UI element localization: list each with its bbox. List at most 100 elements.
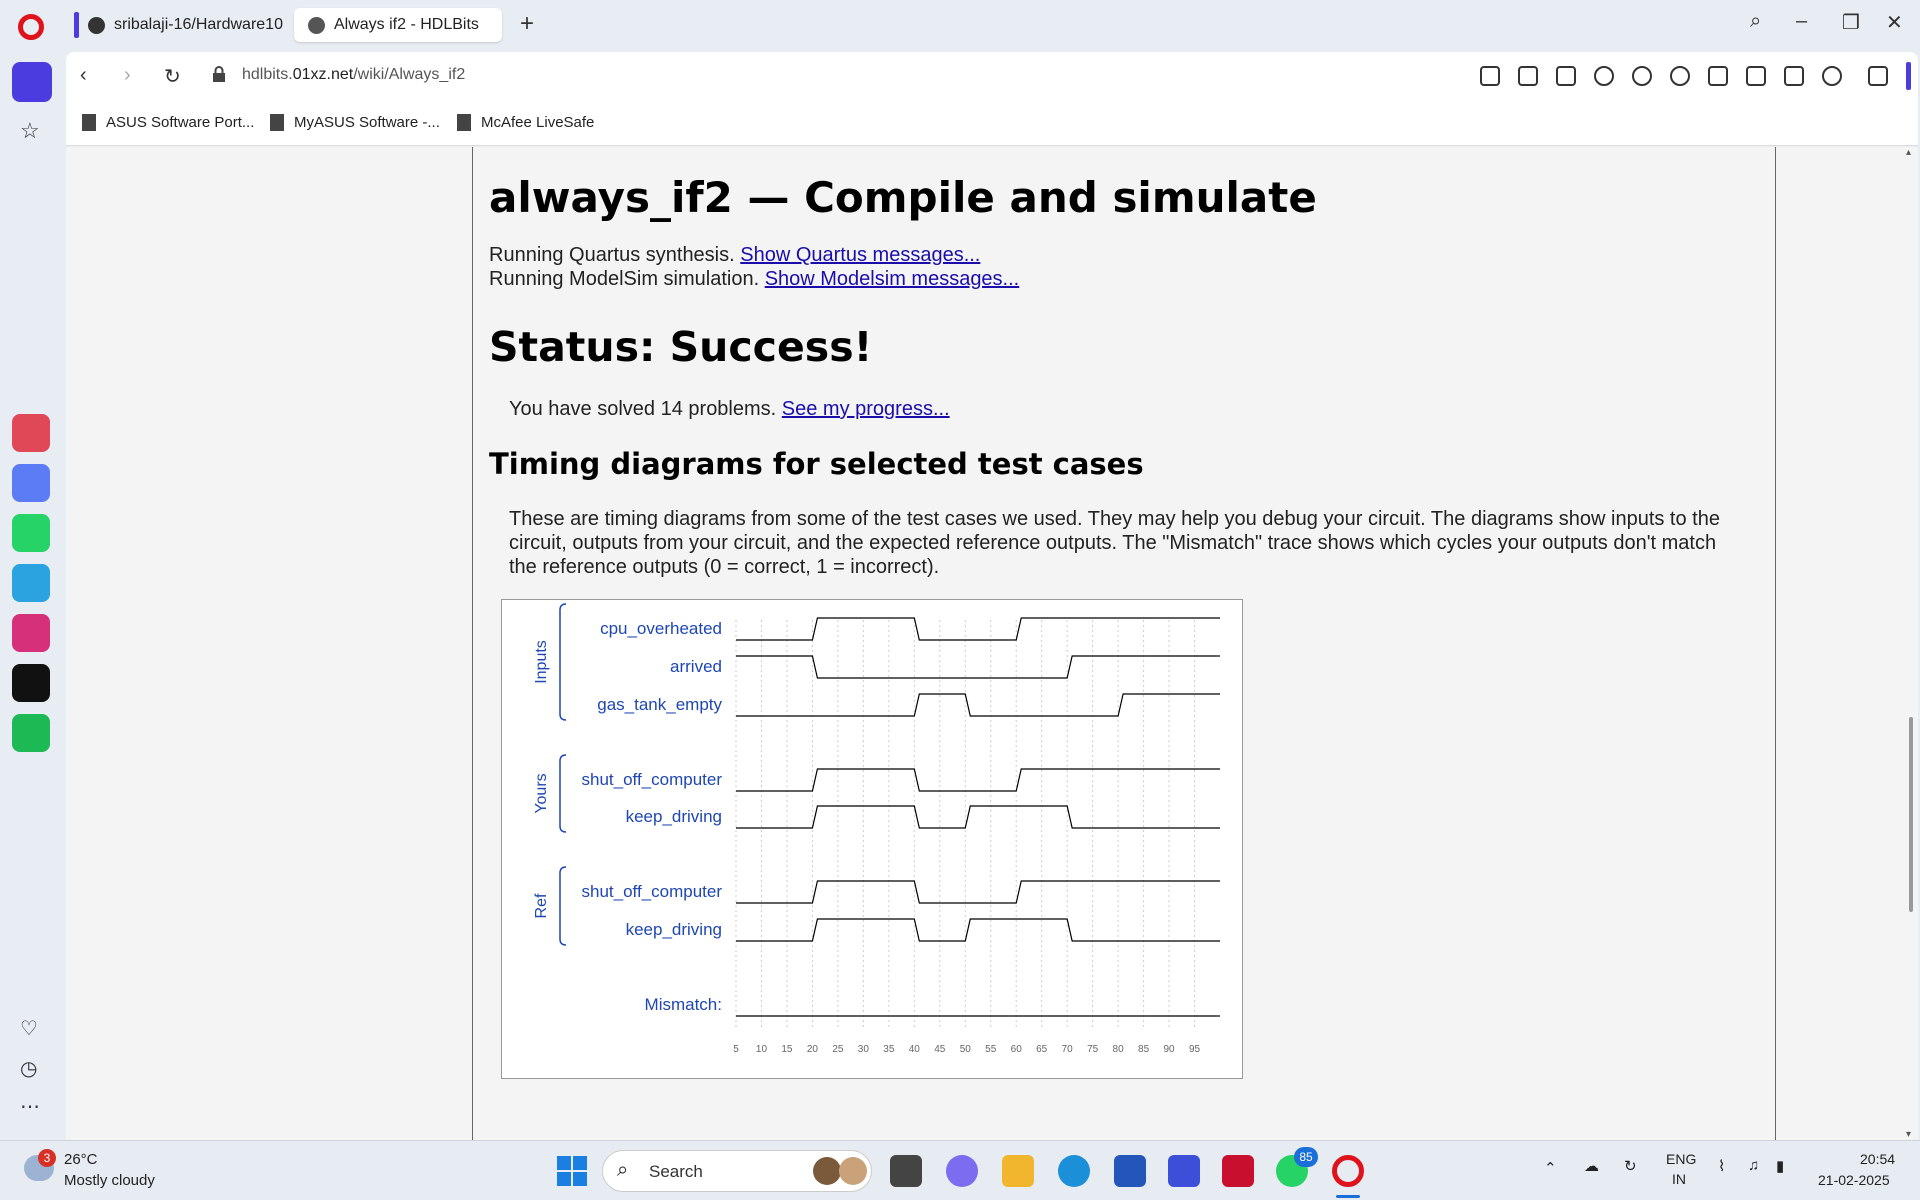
search-highlight-icon <box>813 1157 841 1185</box>
page-title: always_if2 — Compile and simulate <box>489 173 1317 222</box>
more-icon[interactable]: ⋯ <box>20 1094 40 1119</box>
edit-icon[interactable] <box>1518 66 1538 86</box>
bookmark-asus[interactable]: ASUS Software Port... <box>82 114 254 131</box>
x-tick-label: 40 <box>909 1044 921 1055</box>
onedrive-icon[interactable]: ☁ <box>1584 1157 1599 1175</box>
x-tick-label: 65 <box>1036 1044 1048 1055</box>
vscode-icon[interactable] <box>1168 1155 1200 1187</box>
play-icon[interactable] <box>1632 66 1652 86</box>
telegram-icon[interactable] <box>12 564 50 602</box>
download-icon[interactable] <box>1708 66 1728 86</box>
close-button[interactable]: ✕ <box>1886 10 1903 35</box>
x-tick-label: 5 <box>733 1044 739 1055</box>
tab-label: Always if2 - HDLBits <box>334 16 479 33</box>
bookmarks-bar: ASUS Software Port... MyASUS Software -.… <box>66 100 1918 146</box>
profile-icon[interactable] <box>1822 66 1842 86</box>
page-viewport: always_if2 — Compile and simulate Runnin… <box>66 147 1918 1140</box>
search-tabs-icon[interactable]: ⌕ <box>1750 10 1761 33</box>
spotify-icon[interactable] <box>12 714 50 752</box>
simulation-text: Running ModelSim simulation. <box>489 268 765 290</box>
modelsim-messages-link[interactable]: Show Modelsim messages... <box>765 268 1020 290</box>
messenger-icon[interactable] <box>12 464 50 502</box>
scroll-up-icon[interactable]: ▴ <box>1906 147 1911 158</box>
reload-icon[interactable]: ↻ <box>164 64 181 89</box>
signal-label: shut_off_computer <box>582 770 723 789</box>
history-icon[interactable]: ◷ <box>20 1056 37 1081</box>
forward-icon[interactable]: › <box>124 64 131 87</box>
group-label: Inputs <box>533 640 550 684</box>
reader-icon[interactable] <box>1480 66 1500 86</box>
shield-icon[interactable] <box>1594 66 1614 86</box>
task-view-icon[interactable] <box>890 1155 922 1187</box>
progress-link[interactable]: See my progress... <box>782 398 950 420</box>
clock-date[interactable]: 21-02-2025 <box>1818 1172 1890 1188</box>
tray-chevron-icon[interactable]: ⌃ <box>1544 1159 1557 1177</box>
back-icon[interactable]: ‹ <box>80 64 87 87</box>
lang-primary[interactable]: ENG <box>1666 1151 1696 1167</box>
aria-icon[interactable] <box>12 414 50 452</box>
opera-taskbar-icon[interactable] <box>1332 1155 1364 1187</box>
tab-hdlbits[interactable]: Always if2 - HDLBits <box>294 8 502 42</box>
extensions-icon[interactable] <box>1868 66 1888 86</box>
whatsapp-badge: 85 <box>1294 1147 1318 1167</box>
star-icon[interactable]: ☆ <box>20 118 40 144</box>
heart-icon[interactable]: ♡ <box>20 1016 38 1041</box>
edge-icon[interactable] <box>1058 1155 1090 1187</box>
x-tick-label: 70 <box>1062 1044 1074 1055</box>
bookmark-myasus[interactable]: MyASUS Software -... <box>270 114 440 131</box>
instagram-icon[interactable] <box>12 614 50 652</box>
x-icon[interactable] <box>12 664 50 702</box>
opera-sidebar: ☆ ♡ ◷ ⋯ <box>0 48 64 1140</box>
x-tick-label: 55 <box>985 1044 997 1055</box>
whatsapp-icon[interactable] <box>12 514 50 552</box>
file-explorer-icon[interactable] <box>1002 1155 1034 1187</box>
taskbar-search[interactable]: ⌕ Search <box>602 1150 872 1192</box>
opera-logo-icon[interactable] <box>18 14 44 40</box>
volume-icon[interactable]: ♫ <box>1748 1157 1759 1174</box>
heart-toolbar-icon[interactable] <box>1670 66 1690 86</box>
weather-temp[interactable]: 26°C <box>64 1151 98 1168</box>
minimize-button[interactable]: – <box>1796 10 1807 33</box>
scroll-down-icon[interactable]: ▾ <box>1906 1129 1911 1140</box>
status-heading: Status: Success! <box>489 323 873 371</box>
clock-time[interactable]: 20:54 <box>1860 1151 1895 1167</box>
camera-icon[interactable] <box>1556 66 1576 86</box>
new-tab-button[interactable]: + <box>520 10 534 38</box>
active-app-indicator <box>1336 1195 1360 1198</box>
group-label: Ref <box>533 893 550 918</box>
sidebar-toggle[interactable] <box>1906 62 1911 90</box>
battery-icon[interactable]: ▮ <box>1776 1157 1784 1175</box>
home-icon[interactable] <box>12 62 52 102</box>
signal-trace <box>736 880 1220 904</box>
weather-desc[interactable]: Mostly cloudy <box>64 1172 155 1189</box>
search-icon: ⌕ <box>617 1159 629 1181</box>
tab-github[interactable]: sribalaji-16/Hardware101 <box>74 8 284 42</box>
sync-icon[interactable]: ↻ <box>1624 1157 1637 1175</box>
browser-tab-strip: sribalaji-16/Hardware101 Always if2 - HD… <box>0 0 1920 48</box>
content-column: always_if2 — Compile and simulate Runnin… <box>472 147 1776 1140</box>
copilot-icon[interactable] <box>946 1155 978 1187</box>
signal-label: keep_driving <box>626 807 722 826</box>
x-tick-label: 60 <box>1011 1044 1023 1055</box>
weather-badge: 3 <box>38 1149 56 1167</box>
address-toolbar: ‹ › ↻ hdlbits.01xz.net/wiki/Always_if2 <box>66 52 1918 100</box>
url-path: /wiki/Always_if2 <box>353 66 466 83</box>
page-scrollbar[interactable]: ▴ ▾ <box>1904 147 1918 1140</box>
wifi-icon[interactable]: ⌇ <box>1718 1157 1725 1175</box>
start-icon[interactable] <box>557 1156 587 1186</box>
store-icon[interactable] <box>1114 1155 1146 1187</box>
timing-diagram: 5 10 15 20 25 30 35 40 45 50 55 60 65 70 75 80 85 90 95 cpu… <box>501 599 1243 1079</box>
restore-button[interactable]: ❐ <box>1842 10 1860 35</box>
quartus-messages-link[interactable]: Show Quartus messages... <box>740 244 980 266</box>
theme-icon[interactable] <box>1746 66 1766 86</box>
lang-secondary[interactable]: IN <box>1672 1171 1686 1187</box>
mcafee-icon[interactable] <box>1222 1155 1254 1187</box>
x-tick-label: 10 <box>756 1044 768 1055</box>
scroll-thumb[interactable] <box>1909 717 1913 912</box>
url-field[interactable]: hdlbits.01xz.net/wiki/Always_if2 <box>242 66 465 84</box>
synthesis-line: Running Quartus synthesis. Show Quartus … <box>489 243 980 267</box>
bookmark-mcafee[interactable]: McAfee LiveSafe <box>457 114 594 131</box>
signal-label: gas_tank_empty <box>597 695 722 714</box>
group-label: Yours <box>533 773 550 813</box>
settings-icon[interactable] <box>1784 66 1804 86</box>
